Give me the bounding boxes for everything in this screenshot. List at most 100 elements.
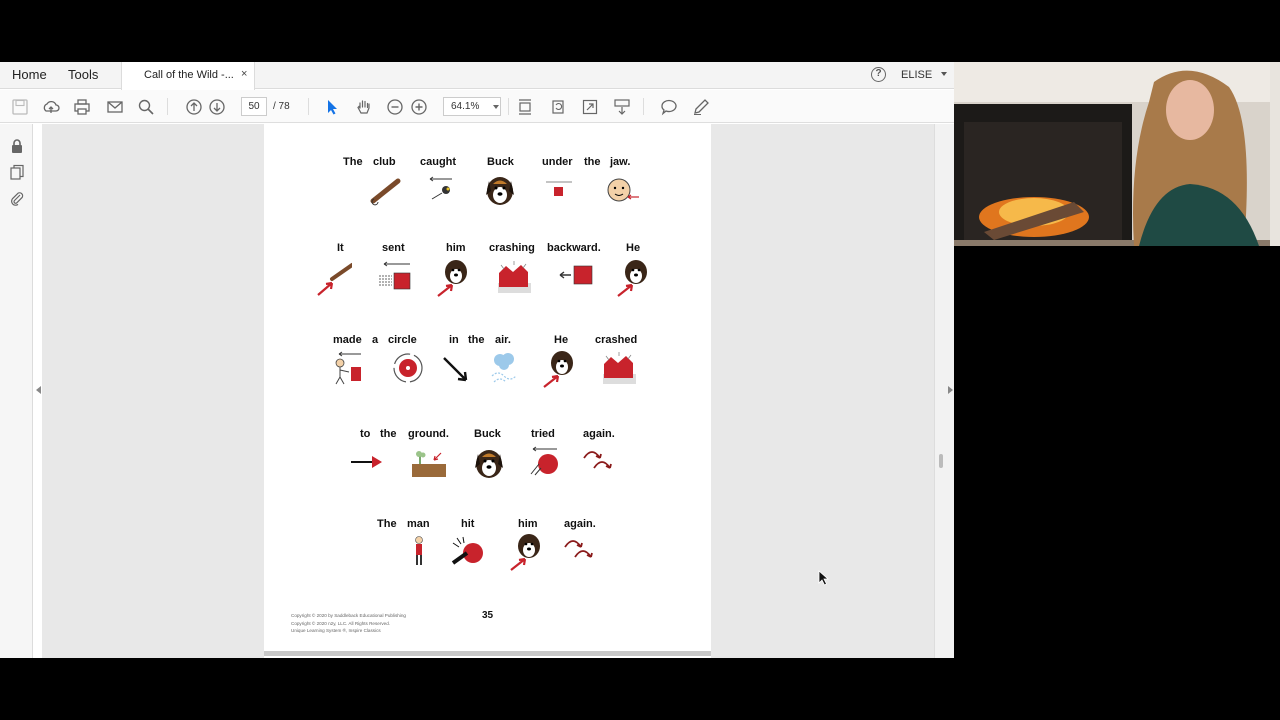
word: crashed xyxy=(595,334,638,346)
email-icon[interactable] xyxy=(106,98,124,116)
word: club xyxy=(373,156,396,168)
word: He xyxy=(554,334,569,346)
word: Buck xyxy=(487,156,514,168)
copyright-line: Copyright © 2020 n2y, LLC. All Rights Re… xyxy=(291,620,391,626)
word: The xyxy=(343,156,363,168)
user-menu[interactable]: ELISE xyxy=(901,69,932,81)
tools-menu[interactable]: Tools xyxy=(68,67,98,82)
pages-icon[interactable] xyxy=(9,164,25,180)
page-down-icon[interactable] xyxy=(208,98,226,116)
word: hit xyxy=(461,518,475,530)
send-icon xyxy=(379,261,411,290)
make-icon xyxy=(335,351,361,385)
screen-frame: Home Tools Call of the Wild -... × ? ELI… xyxy=(0,0,1280,720)
fullscreen-icon[interactable] xyxy=(581,98,599,116)
to-icon xyxy=(351,456,382,468)
scroll-thumb[interactable] xyxy=(939,454,943,468)
catch-icon xyxy=(429,176,452,200)
pdf-page: The club caught Buck under the jaw. It s… xyxy=(264,124,711,651)
under-icon xyxy=(546,181,572,196)
word: the xyxy=(468,334,485,346)
toolbar-separator xyxy=(308,98,309,115)
try-icon xyxy=(530,446,558,476)
zoom-value: 64.1% xyxy=(451,101,480,112)
left-panel-toggle-icon[interactable] xyxy=(36,386,41,394)
page-up-icon[interactable] xyxy=(185,98,203,116)
again-icon xyxy=(583,451,612,469)
word: in xyxy=(449,334,459,346)
word: crashing xyxy=(489,242,535,254)
again-icon xyxy=(564,540,593,558)
home-menu[interactable]: Home xyxy=(12,67,47,82)
dog-icon xyxy=(486,177,514,205)
toolbar-separator xyxy=(167,98,168,115)
in-icon xyxy=(443,357,468,382)
save-icon[interactable] xyxy=(11,98,29,116)
right-panel-toggle-icon[interactable] xyxy=(948,386,953,394)
it-icon xyxy=(317,263,352,296)
left-rail xyxy=(0,124,41,658)
copyright-line: Copyright © 2020 by Saddleback Education… xyxy=(291,613,406,618)
pen-icon[interactable] xyxy=(692,98,710,116)
fit-page-icon[interactable] xyxy=(516,98,534,116)
search-icon[interactable] xyxy=(137,98,155,116)
word: him xyxy=(446,242,466,254)
club-icon xyxy=(370,178,401,206)
word: the xyxy=(584,156,601,168)
he-dog-icon xyxy=(617,260,647,297)
zoom-dropdown-icon xyxy=(493,105,499,109)
him-dog-icon xyxy=(510,534,540,571)
menu-bar: Home Tools Call of the Wild -... × ? ELI… xyxy=(0,62,954,90)
user-dropdown-icon[interactable] xyxy=(941,72,947,76)
word: man xyxy=(407,518,430,530)
air-icon xyxy=(491,353,517,383)
crash-icon xyxy=(603,352,636,384)
ground-icon xyxy=(412,451,446,477)
word: ground. xyxy=(408,428,449,440)
attachment-icon[interactable] xyxy=(9,190,25,206)
lock-icon[interactable] xyxy=(9,138,25,154)
comment-icon[interactable] xyxy=(660,98,678,116)
circle-icon xyxy=(393,353,423,383)
toolbar-separator xyxy=(643,98,644,115)
rotate-icon[interactable] xyxy=(549,98,567,116)
word: him xyxy=(518,518,538,530)
word: He xyxy=(626,242,641,254)
next-page xyxy=(264,656,711,658)
word: The xyxy=(377,518,397,530)
he-dog-icon xyxy=(543,351,573,388)
him-dog-icon xyxy=(437,260,467,297)
word: made xyxy=(333,334,362,346)
word: backward. xyxy=(547,242,601,254)
scroll-mode-icon[interactable] xyxy=(613,98,631,116)
help-icon[interactable]: ? xyxy=(871,67,886,82)
word: It xyxy=(337,242,344,254)
word: again. xyxy=(564,518,596,530)
word: the xyxy=(380,428,397,440)
document-tab[interactable]: Call of the Wild -... × xyxy=(121,62,255,90)
document-viewer[interactable]: The club caught Buck under the jaw. It s… xyxy=(42,124,934,658)
page-number-input[interactable]: 50 xyxy=(241,97,267,116)
backward-icon xyxy=(559,265,593,285)
print-icon[interactable] xyxy=(73,98,91,116)
hit-icon xyxy=(451,536,483,565)
word: a xyxy=(372,334,379,346)
zoom-select[interactable]: 64.1% xyxy=(443,97,501,116)
hand-icon[interactable] xyxy=(355,98,373,116)
mouse-cursor-icon xyxy=(818,570,830,586)
toolbar: 50 / 78 64.1% xyxy=(0,90,954,123)
webcam-video xyxy=(954,62,1280,246)
word: sent xyxy=(382,242,405,254)
word: caught xyxy=(420,156,457,168)
toolbar-separator xyxy=(508,98,509,115)
select-cursor-icon[interactable] xyxy=(323,98,341,116)
page-total: / 78 xyxy=(273,101,290,112)
upload-icon[interactable] xyxy=(42,98,60,116)
vertical-scrollbar[interactable] xyxy=(934,124,954,658)
word: circle xyxy=(388,334,417,346)
zoom-out-icon[interactable] xyxy=(386,98,404,116)
dog-icon xyxy=(475,450,503,478)
zoom-in-icon[interactable] xyxy=(410,98,428,116)
word: air. xyxy=(495,334,511,346)
close-tab-icon[interactable]: × xyxy=(241,68,247,80)
